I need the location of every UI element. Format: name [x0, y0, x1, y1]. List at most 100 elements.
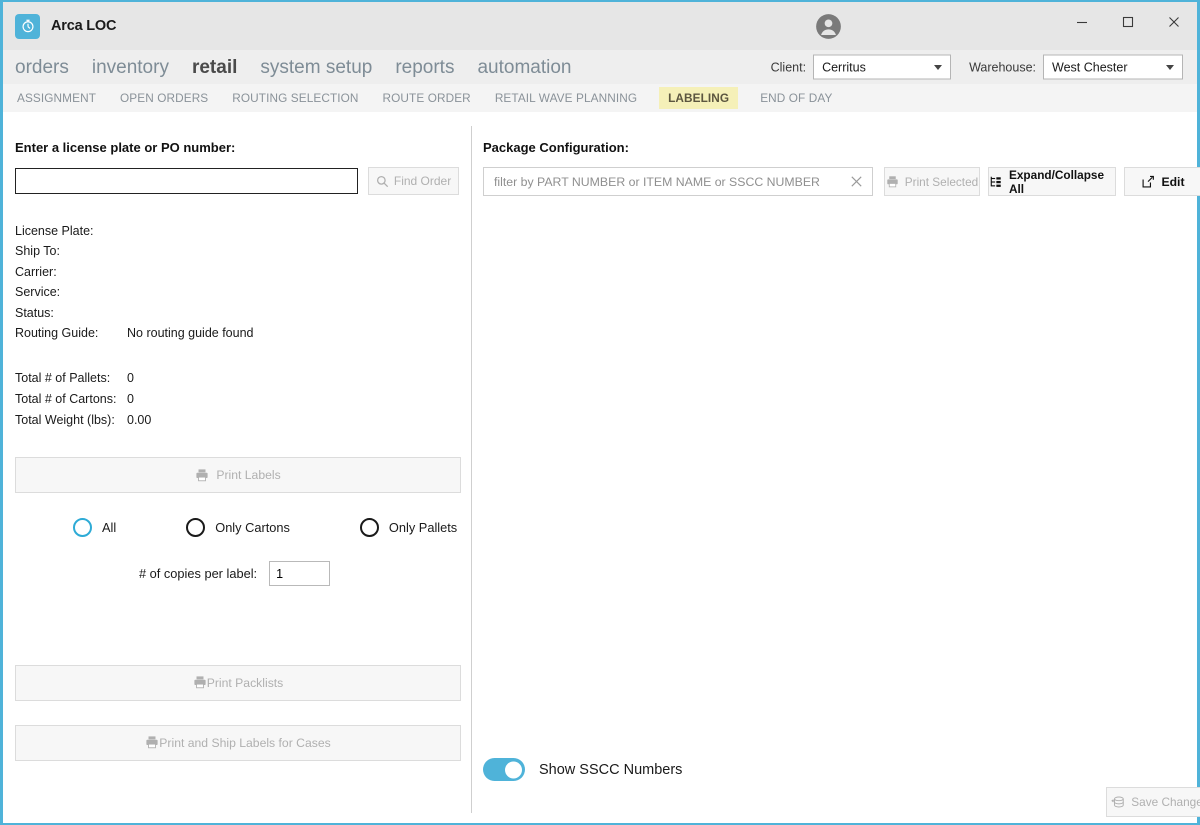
detail-row-service: Service: — [15, 282, 459, 302]
package-toolbar: Print Selected Exp — [483, 167, 1200, 196]
close-icon — [1169, 17, 1179, 27]
avatar[interactable] — [815, 13, 842, 40]
detail-value: No routing guide found — [127, 326, 254, 341]
warehouse-label: Warehouse: — [969, 60, 1036, 74]
radio-all-label: All — [102, 520, 117, 536]
show-sscc-toggle-row: Show SSCC Numbers — [483, 758, 682, 781]
tab-end-of-day[interactable]: END OF DAY — [758, 88, 834, 108]
detail-key: Status: — [15, 305, 54, 320]
pencil-edit-icon — [1141, 175, 1155, 189]
application-window: Arca LOC orders inventory retail system … — [0, 0, 1200, 825]
save-changes-label: Save Changes — [1131, 795, 1200, 809]
license-plate-input[interactable] — [15, 168, 359, 194]
radio-all[interactable]: All — [73, 518, 117, 538]
radio-only-cartons-indicator — [186, 518, 206, 538]
order-details-list: License Plate: Ship To: Carrier: Service… — [15, 221, 459, 343]
radio-only-cartons[interactable]: Only Cartons — [186, 518, 290, 538]
show-sscc-label: Show SSCC Numbers — [539, 761, 683, 778]
toggle-knob — [505, 761, 522, 778]
print-selected-label: Print Selected — [904, 174, 979, 189]
tab-routing-selection[interactable]: ROUTING SELECTION — [230, 88, 360, 108]
detail-key: License Plate: — [15, 224, 94, 238]
stopwatch-icon — [21, 19, 34, 33]
radio-only-pallets[interactable]: Only Pallets — [359, 518, 457, 538]
label-scope-radio-group: All Only Cartons Only Pallets — [15, 518, 459, 538]
tab-labeling[interactable]: LABELING — [659, 87, 739, 109]
search-icon — [376, 175, 389, 188]
package-configuration-panel: Package Configuration: filter by PART NU… — [471, 140, 1200, 823]
print-ship-labels-button[interactable]: Print and Ship Labels for Cases — [15, 725, 461, 761]
save-changes-button[interactable]: Save Changes — [1106, 787, 1200, 817]
nav-item-automation[interactable]: automation — [477, 58, 571, 77]
package-filter — [483, 167, 873, 196]
context-selectors: Client: Cerritus Warehouse: West Chester — [770, 54, 1183, 80]
main-navigation: orders inventory retail system setup rep… — [3, 50, 1197, 84]
detail-row-ship-to: Ship To: — [15, 241, 459, 261]
radio-only-cartons-label: Only Cartons — [215, 520, 290, 536]
package-filter-input[interactable] — [494, 174, 843, 189]
edit-button[interactable]: Edit — [1124, 167, 1200, 196]
edit-label: Edit — [1161, 174, 1185, 189]
nav-item-inventory[interactable]: inventory — [92, 58, 169, 77]
total-value: 0 — [127, 371, 134, 386]
print-labels-button[interactable]: Print Labels — [15, 457, 461, 494]
close-button[interactable] — [1151, 2, 1197, 42]
total-row-weight: Total Weight (lbs): 0.00 — [15, 410, 459, 431]
print-ship-labels-label: Print and Ship Labels for Cases — [159, 736, 331, 750]
app-logo — [15, 13, 40, 39]
copies-per-label-row: # of copies per label: — [15, 561, 459, 587]
detail-row-status: Status: — [15, 303, 459, 323]
total-value: 0.00 — [127, 412, 152, 427]
warehouse-dropdown[interactable]: West Chester — [1043, 54, 1183, 80]
minimize-button[interactable] — [1059, 2, 1105, 42]
detail-row-routing-guide: Routing Guide: No routing guide found — [15, 323, 459, 343]
close-x-icon[interactable] — [849, 174, 864, 189]
client-value: Cerritus — [822, 60, 866, 74]
expand-collapse-all-button[interactable]: Expand/Collapse All — [988, 167, 1116, 196]
copies-label: # of copies per label: — [139, 566, 258, 582]
nav-item-reports[interactable]: reports — [395, 58, 454, 77]
package-list-area — [483, 196, 1200, 823]
tab-retail-wave-planning[interactable]: RETAIL WAVE PLANNING — [493, 88, 639, 108]
printer-icon — [886, 175, 899, 188]
package-configuration-heading: Package Configuration: — [483, 140, 629, 155]
maximize-button[interactable] — [1105, 2, 1151, 42]
total-key: Total # of Pallets: — [15, 371, 111, 386]
nav-item-retail[interactable]: retail — [192, 58, 237, 77]
tab-open-orders[interactable]: OPEN ORDERS — [118, 88, 210, 108]
print-selected-button[interactable]: Print Selected — [884, 167, 980, 196]
nav-item-orders[interactable]: orders — [15, 58, 69, 77]
app-title: Arca LOC — [51, 18, 117, 34]
find-order-label: Find Order — [393, 174, 452, 188]
tree-expand-icon — [989, 175, 1003, 189]
license-plate-heading: Enter a license plate or PO number: — [15, 140, 236, 155]
window-controls — [1059, 2, 1197, 42]
print-packlists-button[interactable]: Print Packlists — [15, 665, 461, 701]
copies-input[interactable] — [269, 561, 331, 587]
detail-key: Ship To: — [15, 244, 60, 259]
print-packlists-label: Print Packlists — [206, 676, 284, 690]
printer-icon — [145, 735, 159, 752]
total-row-cartons: Total # of Cartons: 0 — [15, 389, 459, 410]
warehouse-value: West Chester — [1052, 60, 1128, 74]
client-label: Client: — [770, 60, 807, 74]
order-totals-list: Total # of Pallets: 0 Total # of Cartons… — [15, 368, 459, 430]
labeling-left-panel: Enter a license plate or PO number: Find… — [3, 140, 471, 823]
detail-key: Routing Guide: — [15, 326, 99, 341]
user-account-icon — [816, 14, 841, 39]
find-order-row: Find Order — [15, 167, 459, 195]
tab-assignment[interactable]: ASSIGNMENT — [15, 88, 98, 108]
chevron-down-icon — [1166, 64, 1174, 70]
find-order-button[interactable]: Find Order — [368, 167, 459, 195]
total-key: Total # of Cartons: — [15, 392, 117, 407]
client-dropdown[interactable]: Cerritus — [813, 54, 952, 80]
detail-key: Carrier: — [15, 264, 57, 279]
total-row-pallets: Total # of Pallets: 0 — [15, 368, 459, 389]
minimize-icon — [1077, 21, 1087, 24]
printer-icon — [195, 468, 209, 482]
tab-route-order[interactable]: ROUTE ORDER — [381, 88, 473, 108]
show-sscc-toggle[interactable] — [483, 758, 525, 781]
detail-key: Service: — [15, 285, 61, 300]
nav-item-system-setup[interactable]: system setup — [260, 58, 372, 77]
radio-all-indicator — [73, 518, 92, 538]
